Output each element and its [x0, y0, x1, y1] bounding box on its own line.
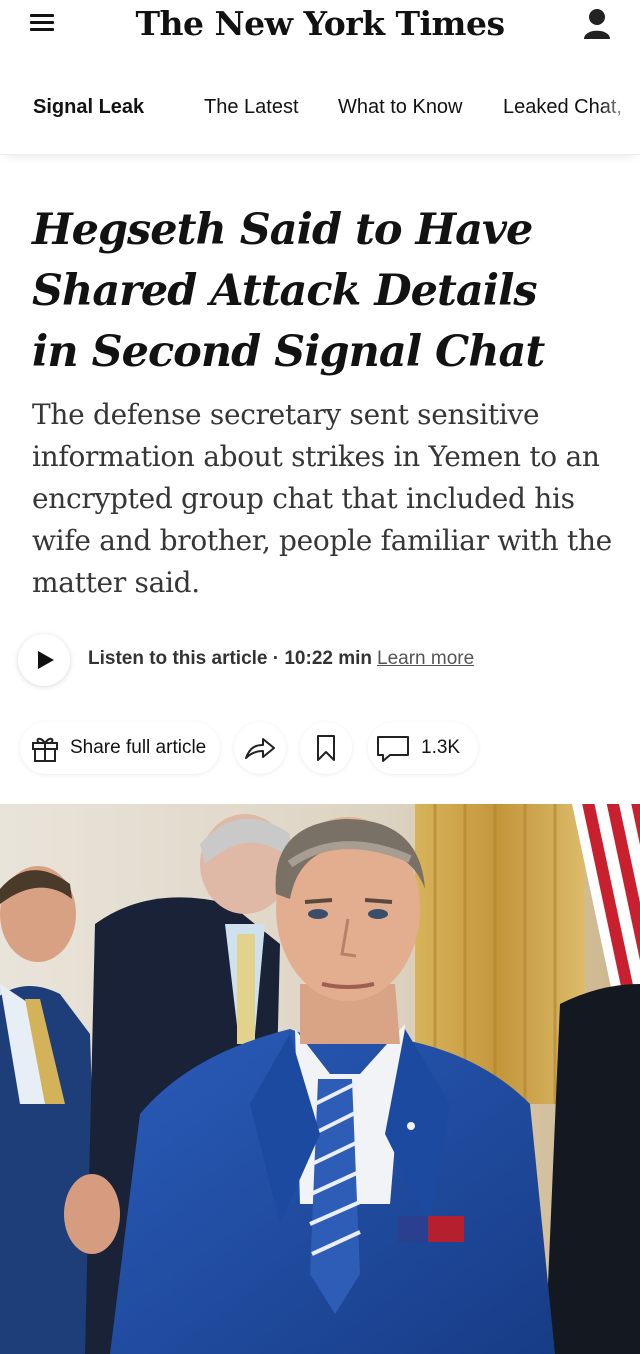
headline-line-2: Shared Attack Details	[32, 266, 538, 316]
nav-item-what-to-know[interactable]: What to Know	[338, 96, 463, 119]
lead-photo[interactable]	[0, 804, 640, 1354]
comment-count: 1.3K	[421, 737, 461, 758]
share-full-article-label: Share full article	[70, 737, 207, 758]
masthead: The New York Times	[0, 0, 640, 62]
headline-line-3: in Second Signal Chat	[32, 327, 545, 377]
share-arrow-icon	[245, 738, 275, 759]
lead-photo-illustration	[0, 804, 640, 1354]
comments-button[interactable]: 1.3K	[368, 722, 478, 774]
headline-line-1: Hegseth Said to Have	[32, 205, 533, 255]
nav-fade	[600, 82, 640, 132]
bookmark-button[interactable]	[300, 722, 352, 774]
play-button[interactable]	[18, 634, 70, 686]
share-button[interactable]	[234, 722, 286, 774]
gift-icon	[32, 737, 58, 762]
article-actions: Share full article 1.3K	[20, 722, 640, 776]
comment-icon	[377, 736, 409, 762]
account-icon[interactable]	[580, 6, 614, 42]
section-nav: Signal Leak The Latest What to Know Leak…	[0, 62, 640, 155]
nyt-logo[interactable]: The New York Times	[0, 4, 640, 43]
learn-more-link[interactable]: Learn more	[377, 648, 474, 670]
bookmark-icon	[317, 735, 335, 761]
play-icon	[38, 651, 54, 669]
share-full-article-button[interactable]: Share full article	[20, 722, 220, 774]
nav-item-the-latest[interactable]: The Latest	[204, 96, 299, 119]
article-headline: Hegseth Said to Have Shared Attack Detai…	[32, 200, 602, 383]
audio-player: Listen to this article · 10:22 min Learn…	[18, 634, 638, 686]
article-summary: The defense secretary sent sensitive inf…	[32, 398, 612, 599]
nav-item-signal-leak[interactable]: Signal Leak	[33, 96, 144, 119]
listen-label[interactable]: Listen to this article · 10:22 min	[88, 648, 372, 670]
